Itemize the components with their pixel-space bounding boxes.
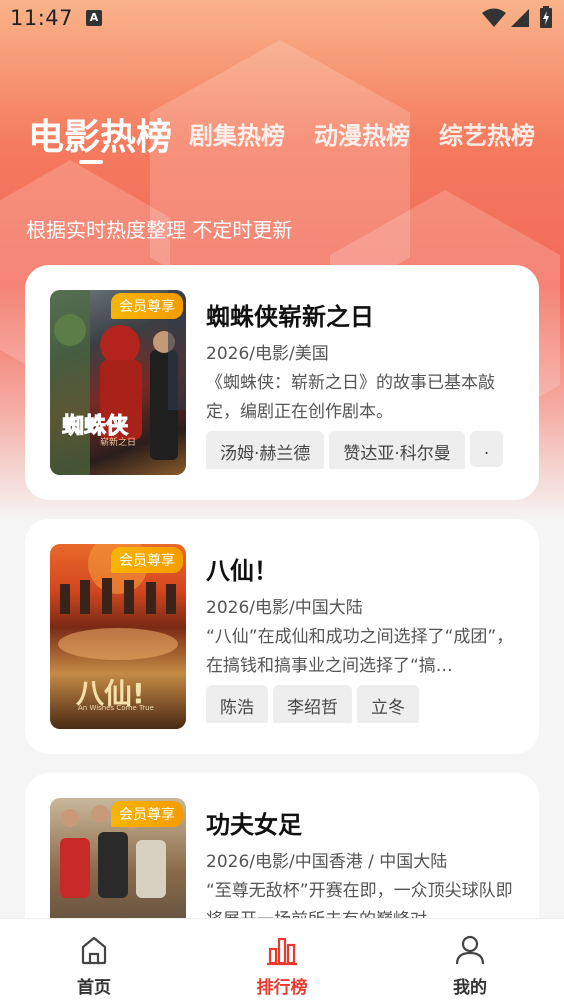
nav-profile-label: 我的	[453, 978, 487, 998]
tab-series[interactable]: 剧集热榜	[189, 116, 285, 151]
movie-card[interactable]: 八仙! An Wishes Come True 会员尊享 八仙！ 2026/电影…	[25, 519, 539, 754]
movie-description: 《蜘蛛侠：崭新之日》的故事已基本敲定，编剧正在创作剧本。	[206, 373, 495, 422]
signal-icon	[511, 9, 529, 27]
nav-ranking[interactable]: 排行榜	[188, 919, 376, 1004]
cast-tags: 陈浩 李绍哲 立冬	[206, 685, 518, 723]
battery-icon	[540, 6, 552, 28]
cast-tag[interactable]: .	[469, 431, 504, 467]
movie-description: “八仙”在成仙和成功之间选择了“成团”，在搞钱和搞事业之间选择了“搞…	[206, 627, 514, 676]
movie-title: 蜘蛛侠崭新之日	[206, 303, 374, 331]
movie-title: 功夫女足	[206, 811, 302, 839]
cast-tag[interactable]: 陈浩	[206, 685, 268, 723]
nav-profile[interactable]: 我的	[376, 919, 564, 1004]
wifi-icon	[482, 8, 506, 27]
movie-title: 八仙！	[206, 557, 278, 585]
poster-image: 蜘蛛侠 崭新之日 会员尊享	[50, 290, 186, 475]
home-icon	[81, 936, 107, 965]
active-tab-indicator	[79, 160, 103, 164]
cast-tag[interactable]: 李绍哲	[273, 685, 352, 723]
clock: 11:47	[10, 6, 74, 30]
poster-subtitle: 崭新之日	[100, 438, 137, 448]
category-tabs: 电影热榜 剧集热榜 动漫热榜 综艺热榜	[0, 100, 564, 180]
nav-home[interactable]: 首页	[0, 919, 188, 1004]
status-bar: 11:47 A	[0, 0, 564, 38]
cast-tag[interactable]: 赞达亚·科尔曼	[329, 431, 465, 469]
cast-tags: 汤姆·赫兰德 赞达亚·科尔曼.	[206, 431, 518, 469]
poster-subtitle: An Wishes Come True	[78, 704, 154, 712]
movie-meta: 2026/电影/美国	[206, 344, 329, 364]
movie-meta: 2026/电影/中国香港 / 中国大陆	[206, 852, 448, 872]
vip-badge: 会员尊享	[111, 801, 183, 827]
user-icon	[455, 935, 485, 965]
tab-anime[interactable]: 动漫热榜	[314, 116, 410, 151]
tab-movie[interactable]: 电影热榜	[28, 108, 172, 160]
tab-variety[interactable]: 综艺热榜	[439, 116, 535, 151]
cast-tag[interactable]: 汤姆·赫兰德	[206, 431, 325, 469]
ranking-subtitle: 根据实时热度整理 不定时更新	[26, 218, 293, 242]
notification-icon: A	[86, 10, 102, 26]
vip-badge: 会员尊享	[111, 293, 183, 319]
movie-meta: 2026/电影/中国大陆	[206, 598, 363, 618]
chart-icon	[267, 937, 297, 966]
nav-ranking-label: 排行榜	[256, 978, 308, 998]
nav-home-label: 首页	[77, 978, 111, 998]
movie-card[interactable]: 蜘蛛侠 崭新之日 会员尊享 蜘蛛侠崭新之日 2026/电影/美国 《蜘蛛侠：崭新…	[25, 265, 539, 500]
poster-image: 八仙! An Wishes Come True 会员尊享	[50, 544, 186, 729]
vip-badge: 会员尊享	[111, 547, 183, 573]
bottom-navigation: 首页 排行榜 我的	[0, 918, 564, 1004]
cast-tag[interactable]: 立冬	[357, 685, 419, 723]
